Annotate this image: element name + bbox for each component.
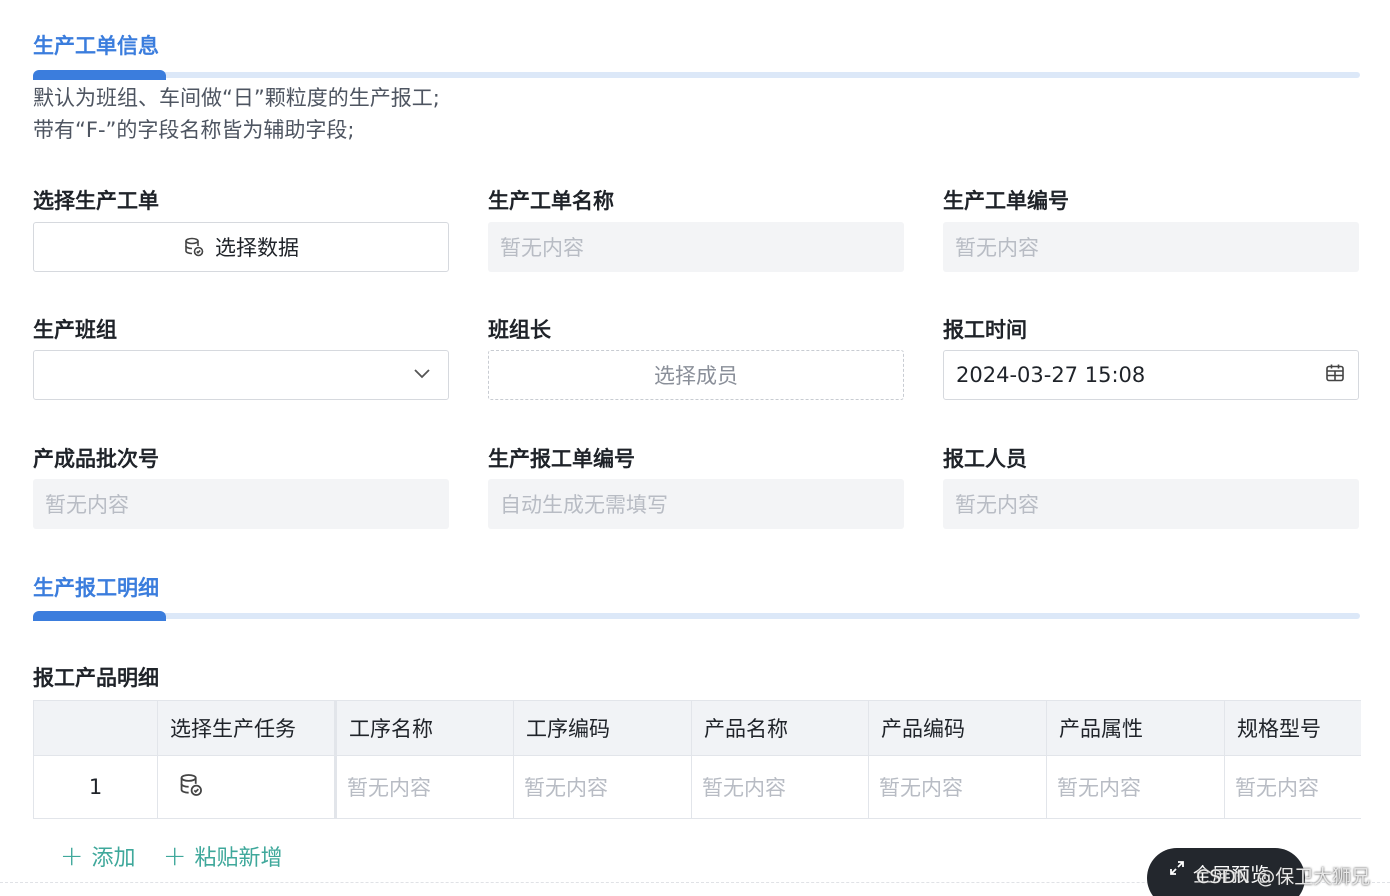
select-data-label: 选择数据	[215, 236, 299, 260]
column-header-product-code: 产品编码	[868, 700, 1047, 756]
product-attr-cell: 暂无内容	[1046, 755, 1225, 819]
leader-label: 班组长	[488, 318, 551, 342]
table-row: 1 暂无内容 暂无内容 暂无内容 暂无内容 暂无内容 暂无内容	[33, 755, 1361, 819]
batch-field: 暂无内容	[33, 479, 449, 529]
report-time-value: 2024-03-27 15:08	[956, 363, 1146, 387]
table-header-row: 选择生产任务 工序名称 工序编码 产品名称 产品编码 产品属性 规格型号	[33, 700, 1361, 756]
column-header-process-name: 工序名称	[335, 700, 514, 756]
section-divider	[33, 611, 1360, 621]
section-divider	[33, 70, 1360, 80]
plus-icon: +	[60, 839, 84, 872]
order-name-label: 生产工单名称	[488, 189, 614, 213]
plus-icon: +	[163, 839, 187, 872]
column-header-product-attr: 产品属性	[1046, 700, 1225, 756]
column-header-product-name: 产品名称	[691, 700, 869, 756]
chevron-down-icon	[412, 363, 432, 388]
spec-cell: 暂无内容	[1224, 755, 1361, 819]
reporter-label: 报工人员	[943, 447, 1027, 471]
product-code-cell: 暂无内容	[868, 755, 1047, 819]
section-title-order-info: 生产工单信息	[33, 34, 159, 58]
calendar-icon[interactable]	[1324, 362, 1346, 389]
batch-label: 产成品批次号	[33, 447, 159, 471]
reporter-field: 暂无内容	[943, 479, 1359, 529]
select-order-label: 选择生产工单	[33, 189, 159, 213]
order-no-field: 暂无内容	[943, 222, 1359, 272]
add-row-button[interactable]: + 添加	[60, 840, 135, 872]
report-no-field: 自动生成无需填写	[488, 479, 904, 529]
paste-add-button[interactable]: + 粘贴新增	[163, 840, 282, 872]
team-label: 生产班组	[33, 318, 117, 342]
row-index: 1	[33, 755, 158, 819]
product-name-cell: 暂无内容	[691, 755, 869, 819]
expand-icon	[1169, 860, 1185, 881]
process-code-cell: 暂无内容	[513, 755, 692, 819]
column-header-spec: 规格型号	[1224, 700, 1361, 756]
product-detail-heading: 报工产品明细	[33, 666, 159, 690]
description-line-1: 默认为班组、车间做“日”颗粒度的生产报工;	[33, 86, 440, 110]
database-icon[interactable]	[178, 772, 204, 798]
section-title-report-detail: 生产报工明细	[33, 576, 159, 600]
column-header-task: 选择生产任务	[157, 700, 337, 756]
select-data-button[interactable]: 选择数据	[33, 222, 449, 272]
product-detail-table: 选择生产任务 工序名称 工序编码 产品名称 产品编码 产品属性 规格型号 1 暂…	[33, 700, 1361, 819]
description-line-2: 带有“F-”的字段名称皆为辅助字段;	[33, 118, 355, 142]
column-header-process-code: 工序编码	[513, 700, 692, 756]
paste-add-label: 粘贴新增	[194, 846, 283, 871]
select-member-button[interactable]: 选择成员	[488, 350, 904, 400]
report-no-label: 生产报工单编号	[488, 447, 635, 471]
watermark-text: CSDN @保卫大狮兄	[1196, 866, 1371, 888]
order-no-label: 生产工单编号	[943, 189, 1069, 213]
add-row-label: 添加	[91, 846, 136, 871]
order-name-field: 暂无内容	[488, 222, 904, 272]
team-select[interactable]	[33, 350, 449, 400]
process-name-cell: 暂无内容	[335, 755, 514, 819]
report-time-picker[interactable]: 2024-03-27 15:08	[943, 350, 1359, 400]
database-icon	[183, 236, 205, 258]
report-time-label: 报工时间	[943, 318, 1027, 342]
select-task-cell[interactable]	[157, 755, 337, 819]
column-header-index	[33, 700, 158, 756]
